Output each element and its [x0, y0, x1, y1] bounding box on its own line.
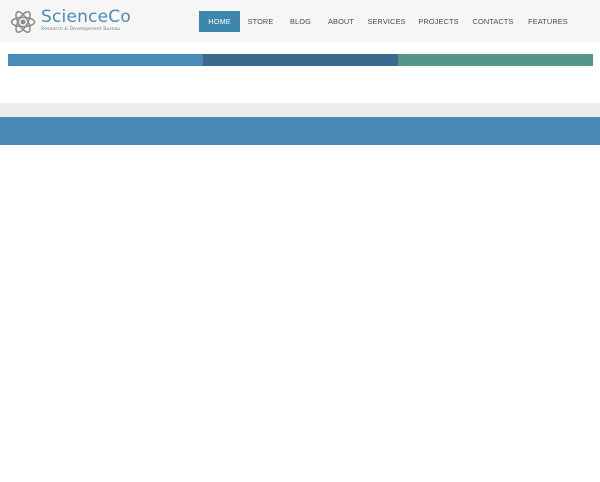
- nav-item-home[interactable]: HOME: [199, 11, 240, 32]
- logo-text: ScienceCo Research & Development Bureau: [41, 6, 131, 33]
- site-logo[interactable]: ScienceCo Research & Development Bureau: [10, 8, 190, 36]
- gray-band: [0, 103, 600, 117]
- nav-item-services[interactable]: SERVICES: [362, 11, 411, 32]
- strip-segment-dark-blue: [203, 54, 398, 66]
- brand-name: ScienceCo: [41, 6, 131, 27]
- blue-banner: [0, 117, 600, 145]
- atom-icon: [10, 11, 36, 33]
- nav-item-store[interactable]: STORE: [240, 11, 281, 32]
- page: ScienceCo Research & Development Bureau …: [0, 0, 600, 482]
- main-nav: HOME STORE BLOG ABOUT SERVICES PROJECTS …: [199, 11, 576, 32]
- color-strip: [8, 54, 593, 66]
- nav-item-about[interactable]: ABOUT: [320, 11, 362, 32]
- nav-item-projects[interactable]: PROJECTS: [411, 11, 466, 32]
- strip-segment-teal: [398, 54, 593, 66]
- nav-item-blog[interactable]: BLOG: [281, 11, 320, 32]
- nav-item-features[interactable]: FEATURES: [520, 11, 576, 32]
- strip-segment-blue: [8, 54, 203, 66]
- brand-tagline: Research & Development Bureau: [41, 26, 121, 32]
- site-header: ScienceCo Research & Development Bureau …: [0, 0, 600, 42]
- nav-item-contacts[interactable]: CONTACTS: [466, 11, 520, 32]
